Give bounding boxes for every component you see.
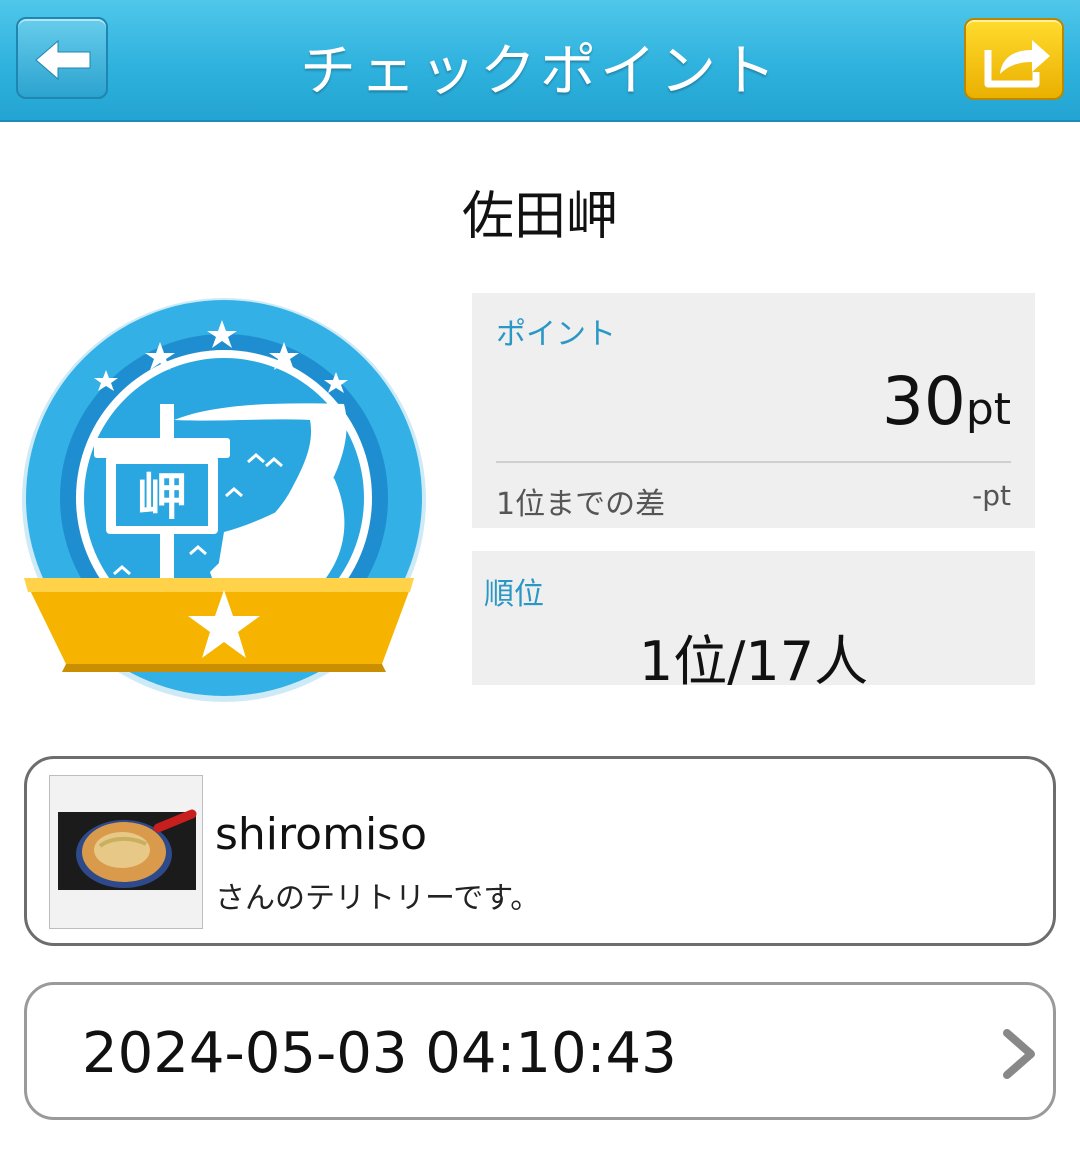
owner-name: shiromiso [215,809,428,860]
badge-kanji: 岬 [137,468,187,526]
territory-note: さんのテリトリーです。 [215,881,541,916]
divider [496,461,1011,463]
checkpoint-name: 佐田岬 [461,187,618,247]
page-title: チェックポイント [300,39,780,104]
territory-owner-card[interactable]: shiromiso さんのテリトリーです。 [24,756,1056,946]
checkpoint-badge: 岬 [22,298,426,702]
points-label: ポイント [496,317,616,352]
ramen-photo-image [58,809,197,890]
checkin-date-row[interactable]: 2024-05-03 04:10:43 [24,982,1056,1120]
diff-to-first-label: 1位までの差 [496,487,666,522]
share-icon [984,40,1050,88]
points-panel: ポイント 30pt 1位までの差 -pt [472,293,1035,528]
chevron-right-icon [1003,1029,1035,1079]
points-number: 30 [881,363,966,440]
points-unit: pt [965,384,1011,435]
owner-avatar[interactable] [49,775,203,929]
rank-label: 順位 [484,577,544,612]
share-button[interactable] [964,18,1064,100]
top-bar: チェックポイント [0,0,1080,122]
rank-value: 1位/17人 [638,630,869,693]
points-value: 30pt [882,363,1011,440]
diff-to-first-value: -pt [972,479,1011,512]
rank-panel: 順位 1位/17人 [472,551,1035,693]
checkin-timestamp: 2024-05-03 04:10:43 [82,1021,677,1086]
